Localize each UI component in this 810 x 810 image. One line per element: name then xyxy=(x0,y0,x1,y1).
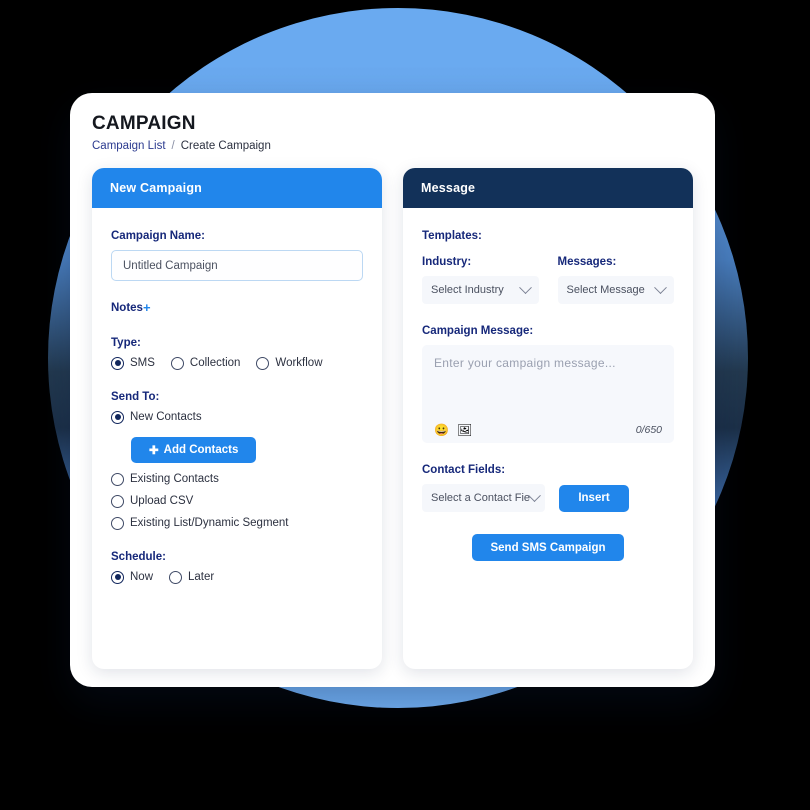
radio-label: Existing Contacts xyxy=(130,473,219,485)
breadcrumb: Campaign List / Create Campaign xyxy=(92,140,693,152)
breadcrumb-current: Create Campaign xyxy=(180,140,271,152)
send-to-radio-group: Existing Contacts Upload CSV Existing Li… xyxy=(111,472,363,530)
campaign-message-textarea[interactable]: Enter your campaign message... 😀 🖼 0/650 xyxy=(422,345,674,443)
contact-fields-row: Select a Contact Fie Insert xyxy=(422,484,674,512)
plus-icon: ✚ xyxy=(149,444,159,457)
new-campaign-panel: New Campaign Campaign Name: Notes+ Type:… xyxy=(92,168,382,669)
radio-type-workflow[interactable]: Workflow xyxy=(256,356,323,370)
contact-fields-section: Contact Fields: Select a Contact Fie Ins… xyxy=(422,464,674,512)
type-section: Type: SMS Collection Workflow xyxy=(111,337,363,370)
templates-label: Templates: xyxy=(422,230,482,242)
messages-select-group: Messages: Select Message xyxy=(557,256,674,304)
image-icon[interactable]: 🖼 xyxy=(457,424,472,436)
type-label: Type: xyxy=(111,336,141,349)
industry-select-group: Industry: Select Industry xyxy=(422,256,539,304)
breadcrumb-separator: / xyxy=(171,140,175,152)
campaign-message-label: Campaign Message: xyxy=(422,325,534,337)
page-title: CAMPAIGN xyxy=(92,113,196,134)
contact-fields-label: Contact Fields: xyxy=(422,464,506,476)
industry-select[interactable]: Select Industry xyxy=(422,276,539,304)
schedule-section: Schedule: Now Later xyxy=(111,551,363,584)
messages-label: Messages: xyxy=(557,256,617,268)
radio-send-to-new-contacts[interactable]: New Contacts xyxy=(111,410,202,424)
chevron-down-icon xyxy=(528,488,541,502)
send-button-wrapper: Send SMS Campaign xyxy=(422,534,674,561)
radio-label: SMS xyxy=(130,357,155,369)
panels-container: New Campaign Campaign Name: Notes+ Type:… xyxy=(92,168,693,669)
breadcrumb-link-campaign-list[interactable]: Campaign List xyxy=(92,140,166,152)
chevron-down-icon xyxy=(654,280,667,294)
radio-schedule-later[interactable]: Later xyxy=(169,570,215,584)
message-panel: Message Templates: Industry: Select Indu… xyxy=(403,168,693,669)
radio-mark-icon xyxy=(256,356,270,370)
message-panel-body: Templates: Industry: Select Industry Mes… xyxy=(403,208,693,669)
campaign-message-toolbar: 😀 🖼 0/650 xyxy=(434,417,662,443)
screenshot-stage: CAMPAIGN Campaign List / Create Campaign… xyxy=(0,0,810,810)
radio-mark-icon xyxy=(111,494,124,508)
radio-send-to-existing-contacts[interactable]: Existing Contacts xyxy=(111,472,363,486)
messages-select-value: Select Message xyxy=(566,284,645,296)
radio-label: Existing List/Dynamic Segment xyxy=(130,517,289,529)
radio-mark-icon xyxy=(170,356,184,370)
radio-type-sms[interactable]: SMS xyxy=(111,356,155,370)
campaign-app-card: CAMPAIGN Campaign List / Create Campaign… xyxy=(70,93,715,687)
send-to-label: Send To: xyxy=(111,390,160,403)
radio-mark-icon xyxy=(111,356,124,370)
radio-type-collection[interactable]: Collection xyxy=(170,356,241,370)
radio-mark-icon xyxy=(169,570,183,584)
type-radio-group: SMS Collection Workflow xyxy=(111,356,363,370)
schedule-radio-group: Now Later xyxy=(111,570,363,584)
contact-field-select-value: Select a Contact Fie xyxy=(431,492,531,504)
industry-select-value: Select Industry xyxy=(431,284,504,296)
notes-plus-icon: + xyxy=(142,300,151,315)
new-campaign-panel-header: New Campaign xyxy=(92,168,382,208)
industry-label: Industry: xyxy=(422,256,472,268)
radio-send-to-existing-list[interactable]: Existing List/Dynamic Segment xyxy=(111,516,363,530)
contact-field-select[interactable]: Select a Contact Fie xyxy=(422,484,545,512)
schedule-label: Schedule: xyxy=(111,550,166,563)
campaign-message-section: Campaign Message: Enter your campaign me… xyxy=(422,325,674,443)
radio-label: Later xyxy=(188,571,215,583)
notes-label: Notes xyxy=(111,301,143,314)
send-sms-campaign-button[interactable]: Send SMS Campaign xyxy=(472,534,624,561)
new-campaign-panel-body: Campaign Name: Notes+ Type: SMS xyxy=(92,208,382,669)
radio-schedule-now[interactable]: Now xyxy=(111,570,154,584)
radio-label: Now xyxy=(130,571,154,583)
emoji-icon[interactable]: 😀 xyxy=(434,424,449,436)
add-contacts-label: Add Contacts xyxy=(163,443,239,456)
messages-select[interactable]: Select Message xyxy=(557,276,674,304)
campaign-name-input[interactable] xyxy=(111,250,363,281)
send-to-section: Send To: New Contacts ✚ Add Contacts Exi… xyxy=(111,391,363,530)
radio-label: Upload CSV xyxy=(130,495,194,507)
templates-select-row: Industry: Select Industry Messages: Sele… xyxy=(422,256,674,304)
radio-send-to-upload-csv[interactable]: Upload CSV xyxy=(111,494,363,508)
radio-mark-icon xyxy=(111,516,124,530)
radio-label: Collection xyxy=(189,357,241,369)
message-panel-header: Message xyxy=(403,168,693,208)
campaign-name-label: Campaign Name: xyxy=(111,230,205,242)
message-tools: 😀 🖼 xyxy=(434,424,472,436)
notes-toggle[interactable]: Notes + xyxy=(111,300,151,315)
radio-mark-icon xyxy=(111,472,124,486)
radio-mark-icon xyxy=(111,410,124,424)
radio-label: Workflow xyxy=(275,357,323,369)
chevron-down-icon xyxy=(518,280,532,294)
radio-label: New Contacts xyxy=(130,411,202,423)
character-counter: 0/650 xyxy=(635,424,662,436)
insert-button[interactable]: Insert xyxy=(559,484,629,512)
campaign-message-placeholder: Enter your campaign message... xyxy=(434,356,616,370)
radio-mark-icon xyxy=(111,570,124,584)
add-contacts-button[interactable]: ✚ Add Contacts xyxy=(131,436,257,463)
